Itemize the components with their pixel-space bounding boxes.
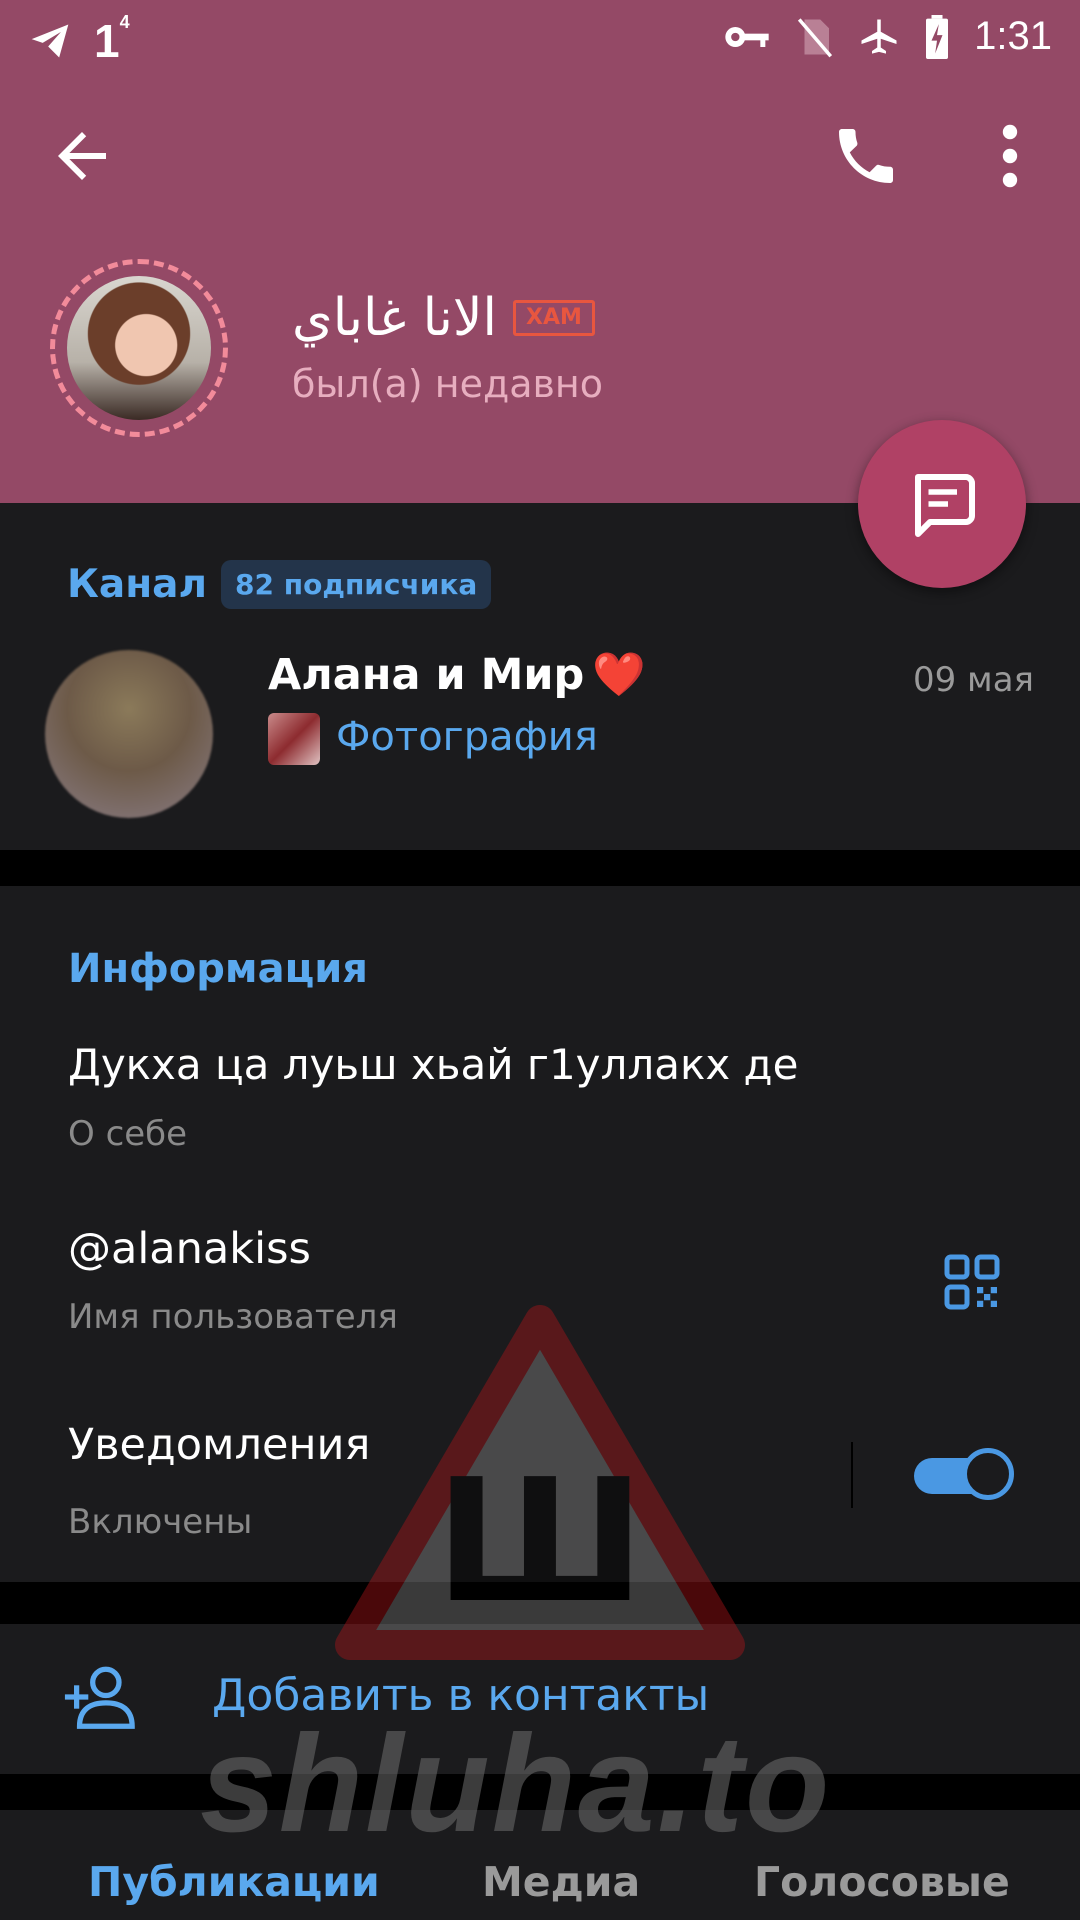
last-seen-status: был(а) недавно (292, 362, 604, 406)
chat-icon (915, 474, 975, 537)
notifications-state: Включены (68, 1502, 253, 1542)
add-person-icon (64, 1666, 135, 1729)
scam-badge: ХАМ (513, 300, 595, 336)
notification-count: 14 (94, 12, 130, 67)
bio-text[interactable]: Дукха ца луьш хьай г1уллакх де (68, 1040, 798, 1089)
avatar (67, 276, 211, 420)
airplane-icon (861, 19, 897, 54)
section-divider (0, 850, 1080, 886)
info-section-title: Информация (68, 946, 368, 992)
message-button[interactable] (858, 420, 1026, 588)
telegram-icon (31, 24, 69, 58)
vpn-key-icon (725, 26, 769, 47)
tab-media[interactable]: Медиа (482, 1858, 640, 1906)
back-arrow-icon[interactable] (46, 120, 118, 192)
status-bar: 14 1:31 (0, 0, 1080, 76)
subscribers-badge: 82 подписчика (221, 560, 492, 609)
channel-name: Алана и Мир ❤️ (268, 650, 646, 700)
no-sim-icon (798, 17, 833, 57)
clock: 1:31 (974, 14, 1052, 58)
profile-name-row: الانا غاباي ХАМ (292, 288, 595, 348)
channel-date: 09 мая (912, 660, 1034, 700)
channel-section-header: Канал 82 подписчика (67, 560, 492, 609)
battery-charging-icon (926, 14, 949, 59)
toggle-knob (962, 1448, 1014, 1500)
profile-name: الانا غاباي (292, 288, 498, 348)
channel-item[interactable]: Алана и Мир ❤️ 09 мая Фотография (0, 640, 1080, 840)
notifications-toggle[interactable] (914, 1446, 1018, 1506)
notifications-title[interactable]: Уведомления (68, 1420, 370, 1470)
bio-label: О себе (68, 1114, 188, 1154)
photo-thumbnail (268, 713, 320, 765)
tab-publications[interactable]: Публикации (88, 1858, 380, 1906)
heart-emoji: ❤️ (592, 650, 646, 700)
story-ring[interactable] (50, 259, 228, 437)
qr-code-icon[interactable] (942, 1252, 1002, 1312)
phone-call-icon[interactable] (830, 120, 902, 192)
watermark-warning-icon: Ш (335, 1305, 745, 1660)
tab-voice[interactable]: Голосовые (754, 1858, 1010, 1906)
more-vertical-icon[interactable] (990, 120, 1030, 192)
username-text[interactable]: @alanakiss (68, 1224, 311, 1274)
watermark-text: shluha.to (200, 1707, 832, 1861)
vertical-divider (851, 1442, 853, 1508)
channel-section-title: Канал (67, 562, 208, 607)
channel-avatar (45, 650, 213, 818)
svg-text:Ш: Ш (435, 1443, 645, 1641)
channel-last-message: Фотография (336, 714, 598, 760)
